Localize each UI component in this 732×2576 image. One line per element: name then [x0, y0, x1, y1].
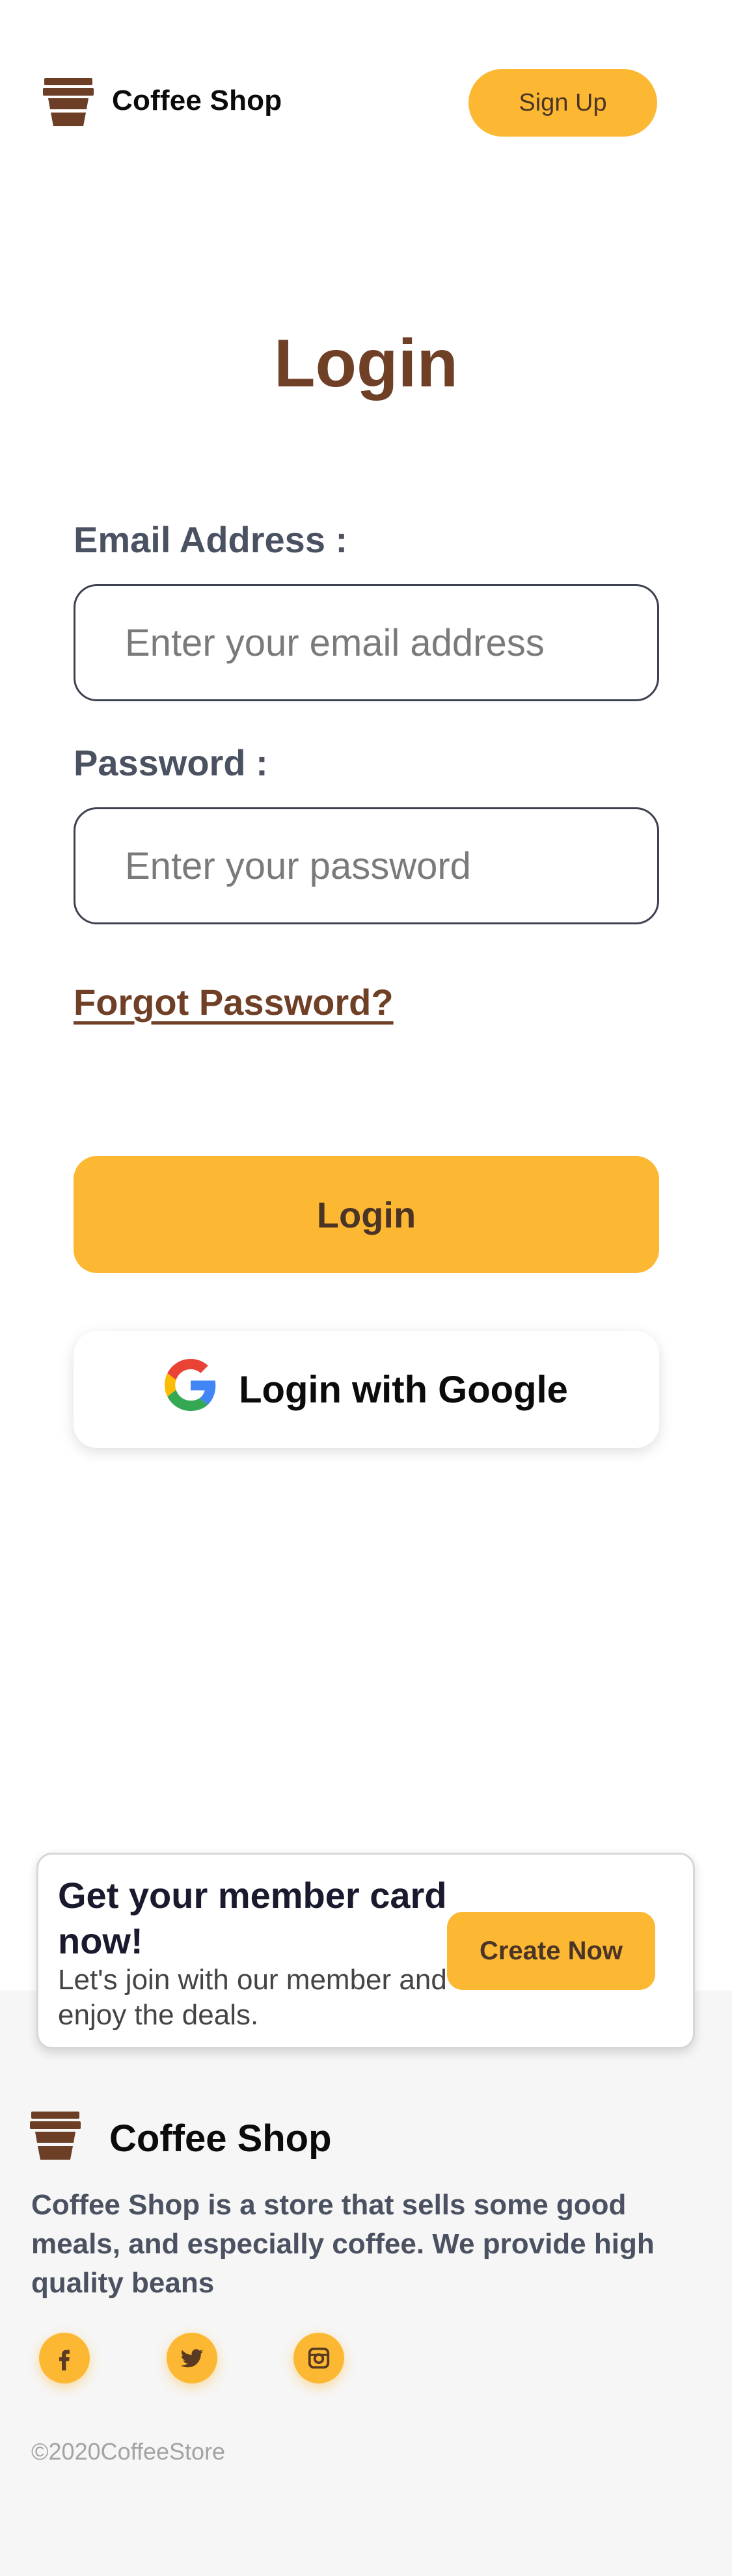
- footer-brand-name: Coffee Shop: [109, 2117, 332, 2160]
- footer-description: Coffee Shop is a store that sells some g…: [31, 2189, 655, 2299]
- sign-up-button[interactable]: Sign Up: [468, 69, 657, 137]
- instagram-icon[interactable]: [293, 2333, 344, 2383]
- password-label: Password :: [74, 742, 268, 783]
- login-button[interactable]: Login: [74, 1156, 659, 1273]
- member-card-subtitle: Let's join with our member and enjoy the…: [58, 1964, 447, 2031]
- twitter-icon[interactable]: [167, 2333, 217, 2383]
- brand-name: Coffee Shop: [112, 85, 282, 116]
- coffee-cup-logo-icon: [43, 78, 94, 126]
- login-with-google-button[interactable]: Login with Google: [74, 1331, 659, 1448]
- create-now-button[interactable]: Create Now: [447, 1912, 655, 1990]
- facebook-icon[interactable]: [39, 2333, 90, 2383]
- member-card-title: Get your member card now!: [58, 1875, 447, 1961]
- copyright-text: ©2020CoffeeStore: [31, 2438, 226, 2465]
- footer-coffee-cup-logo-icon: [30, 2112, 81, 2160]
- google-icon: [165, 1359, 217, 1420]
- forgot-password-link[interactable]: Forgot Password?: [74, 981, 394, 1023]
- member-card: Get your member card now! Let's join wit…: [36, 1853, 695, 2049]
- google-button-label: Login with Google: [239, 1368, 568, 1411]
- password-field[interactable]: [74, 807, 659, 924]
- email-field[interactable]: [74, 584, 659, 701]
- email-label: Email Address :: [74, 519, 348, 560]
- page-title: Login: [273, 326, 458, 401]
